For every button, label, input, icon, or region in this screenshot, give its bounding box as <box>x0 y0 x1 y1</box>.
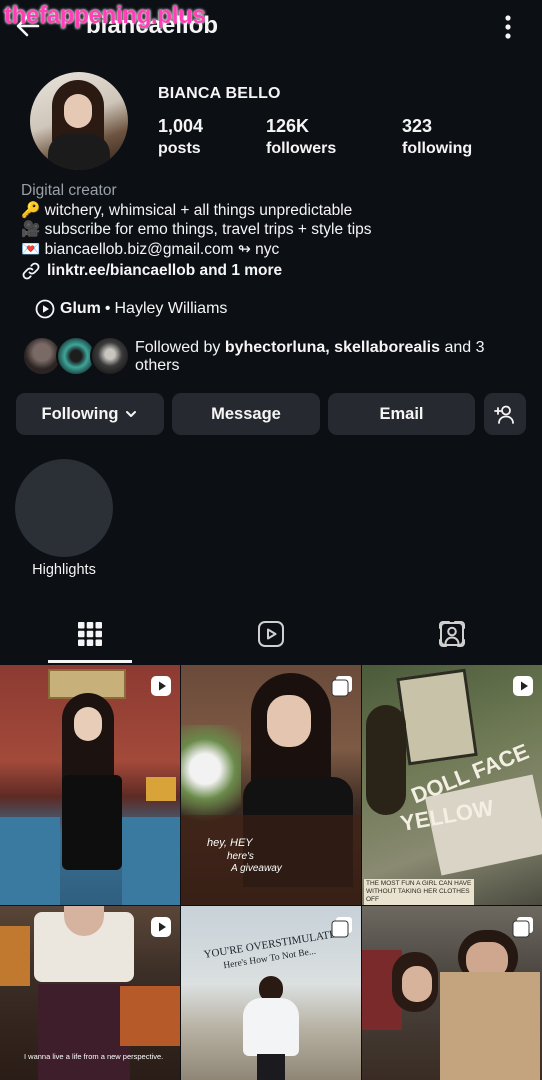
following-count[interactable]: 323 following <box>402 116 472 158</box>
email-button[interactable]: Email <box>328 393 475 435</box>
more-options-icon[interactable] <box>504 14 512 40</box>
stat-value: 126K <box>266 116 310 136</box>
display-name: BIANCA BELLO <box>158 85 281 102</box>
chevron-down-icon <box>126 411 137 417</box>
followed-by-text: Followed by byhectorluna, skellaborealis… <box>135 339 485 374</box>
tab-posts-grid[interactable] <box>0 604 180 664</box>
post-thumbnail[interactable]: DOLL FACE YELLOW THE MOST FUN A GIRL CAN… <box>362 665 542 905</box>
bio-link-text: linktr.ee/biancaellob and 1 more <box>47 262 283 280</box>
song-title: Glum <box>60 300 101 317</box>
stat-value: 323 <box>402 116 433 136</box>
reel-badge-icon <box>151 676 171 696</box>
add-user-button[interactable] <box>484 393 526 435</box>
highlight-circle[interactable] <box>15 459 113 557</box>
posts-grid: hey, HEY here's A giveaway DOLL FACE YEL… <box>0 665 542 1080</box>
followed-by[interactable]: Followed by byhectorluna, skellaborealis… <box>22 336 522 380</box>
post-caption: A giveaway <box>231 863 282 874</box>
carousel-badge-icon <box>512 917 533 938</box>
bio-category: Digital creator <box>21 182 117 199</box>
tab-reels[interactable] <box>181 604 361 664</box>
grid-icon <box>78 622 102 646</box>
post-caption: I wanna live a life from a new perspecti… <box>24 1052 164 1061</box>
post-thumbnail[interactable]: hey, HEY here's A giveaway <box>181 665 361 905</box>
message-label: Message <box>211 404 281 423</box>
reel-badge-icon <box>151 917 171 937</box>
carousel-badge-icon <box>331 676 352 697</box>
reels-icon <box>258 621 284 647</box>
bio-line: 🔑 witchery, whimsical + all things unpre… <box>21 201 353 219</box>
posts-count[interactable]: 1,004 posts <box>158 116 203 158</box>
stat-value: 1,004 <box>158 116 204 136</box>
tagged-user-icon <box>439 621 465 647</box>
stat-label: following <box>402 140 473 157</box>
play-circle-icon <box>35 299 55 319</box>
carousel-badge-icon <box>331 917 352 938</box>
email-label: Email <box>379 404 424 423</box>
followers-count[interactable]: 126K followers <box>266 116 336 158</box>
post-caption: THE MOST FUN A GIRL CAN HAVE WITHOUT TAK… <box>364 879 474 905</box>
post-thumbnail[interactable] <box>362 906 542 1080</box>
bio-link[interactable]: linktr.ee/biancaellob and 1 more <box>21 261 531 281</box>
tab-tagged[interactable] <box>362 604 542 664</box>
watermark-text: thefappening.plus <box>4 2 206 29</box>
bio-line: 💌 biancaellob.biz@gmail.com ↬ nyc <box>21 240 280 258</box>
message-button[interactable]: Message <box>172 393 320 435</box>
highlight-label: Highlights <box>32 562 96 578</box>
post-thumbnail[interactable] <box>0 665 180 905</box>
profile-avatar[interactable] <box>30 72 128 170</box>
post-thumbnail[interactable]: YOU'RE OVERSTIMULATED Here's How To Not … <box>181 906 361 1080</box>
post-caption: hey, HEY <box>207 837 253 849</box>
profile-bio: Digital creator 🔑 witchery, whimsical + … <box>21 181 531 281</box>
profile-music[interactable]: Glum • Hayley Williams <box>35 299 227 319</box>
bio-line: 🎥 subscribe for emo things, travel trips… <box>21 221 372 238</box>
post-caption: here's <box>227 851 254 862</box>
link-icon <box>22 262 40 280</box>
stat-label: posts <box>158 140 201 157</box>
reel-badge-icon <box>513 676 533 696</box>
stat-label: followers <box>266 140 337 157</box>
music-separator: • <box>104 300 111 317</box>
post-thumbnail[interactable]: I wanna live a life from a new perspecti… <box>0 906 180 1080</box>
following-label: Following <box>41 404 119 423</box>
song-artist: Hayley Williams <box>114 300 228 317</box>
following-button[interactable]: Following <box>16 393 164 435</box>
profile-tabs <box>0 604 542 664</box>
follower-avatar <box>90 336 130 376</box>
add-user-icon <box>494 405 514 424</box>
active-tab-indicator <box>48 660 132 663</box>
